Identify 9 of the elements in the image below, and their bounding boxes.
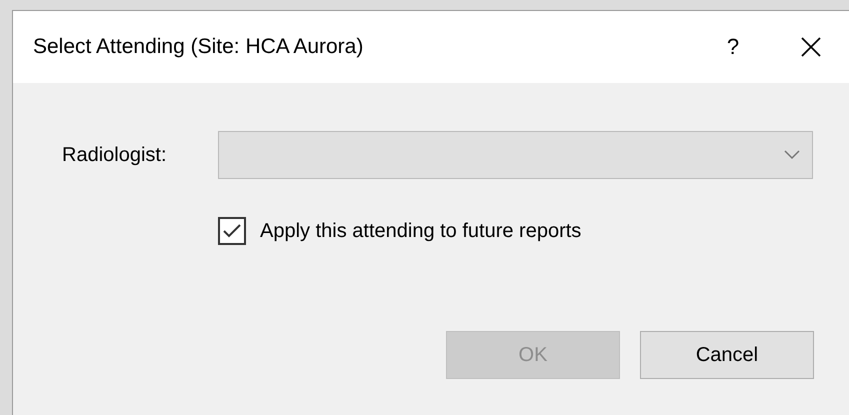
window-title: Select Attending (Site: HCA Aurora) xyxy=(33,35,364,59)
help-button[interactable]: ? xyxy=(703,27,763,67)
check-icon xyxy=(222,223,242,239)
close-icon xyxy=(800,36,822,58)
cancel-button[interactable]: Cancel xyxy=(640,331,814,379)
checkbox[interactable] xyxy=(218,217,246,245)
radiologist-label: Radiologist: xyxy=(61,144,168,166)
checkbox-label: Apply this attending to future reports xyxy=(260,220,582,242)
chevron-down-icon xyxy=(784,150,800,160)
